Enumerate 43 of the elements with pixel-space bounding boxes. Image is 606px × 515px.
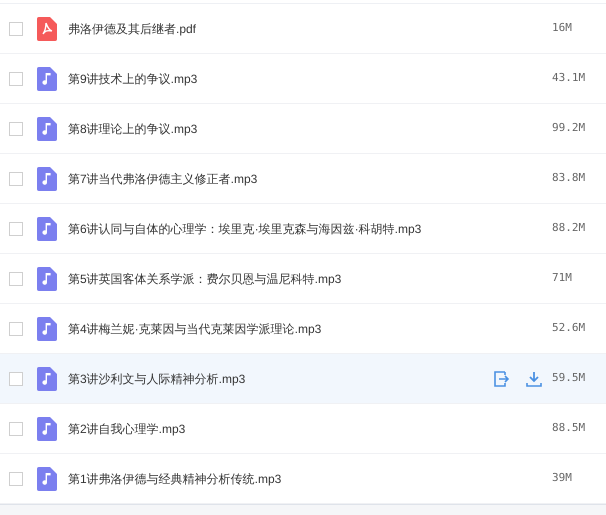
file-name[interactable]: 第9讲技术上的争议.mp3 bbox=[68, 70, 552, 88]
file-name[interactable]: 弗洛伊德及其后继者.pdf bbox=[68, 20, 552, 38]
file-size: 39M bbox=[552, 470, 573, 486]
file-name[interactable]: 第5讲英国客体关系学派：费尔贝恩与温尼科特.mp3 bbox=[68, 270, 552, 288]
file-size: 83.8M bbox=[552, 170, 586, 186]
pdf-file-icon bbox=[37, 16, 57, 40]
checkbox[interactable] bbox=[9, 72, 23, 86]
music-file-icon bbox=[37, 266, 57, 290]
music-file-icon bbox=[37, 116, 57, 140]
checkbox[interactable] bbox=[9, 222, 23, 236]
checkbox[interactable] bbox=[9, 172, 23, 186]
download-icon[interactable] bbox=[526, 370, 542, 386]
file-row[interactable]: 第3讲沙利文与人际精神分析.mp3 59.5M bbox=[0, 354, 606, 404]
checkbox[interactable] bbox=[9, 472, 23, 486]
music-file-icon bbox=[37, 416, 57, 440]
file-size: 88.2M bbox=[552, 220, 586, 236]
file-name[interactable]: 第8讲理论上的争议.mp3 bbox=[68, 120, 552, 138]
music-file-icon bbox=[37, 366, 57, 390]
music-file-icon bbox=[37, 316, 57, 340]
file-name[interactable]: 第4讲梅兰妮·克莱因与当代克莱因学派理论.mp3 bbox=[68, 320, 552, 338]
file-size: 43.1M bbox=[552, 70, 586, 86]
checkbox[interactable] bbox=[9, 22, 23, 36]
file-size: 16M bbox=[552, 20, 573, 36]
file-size: 71M bbox=[552, 270, 573, 286]
checkbox[interactable] bbox=[9, 422, 23, 436]
music-file-icon bbox=[37, 166, 57, 190]
file-name[interactable]: 第3讲沙利文与人际精神分析.mp3 bbox=[68, 370, 494, 388]
file-name[interactable]: 第2讲自我心理学.mp3 bbox=[68, 420, 552, 438]
music-file-icon bbox=[37, 466, 57, 490]
file-name[interactable]: 第6讲认同与自体的心理学：埃里克·埃里克森与海因兹·科胡特.mp3 bbox=[68, 220, 552, 238]
file-size: 59.5M bbox=[552, 370, 586, 386]
file-size: 52.6M bbox=[552, 320, 586, 336]
file-name[interactable]: 第7讲当代弗洛伊德主义修正者.mp3 bbox=[68, 170, 552, 188]
checkbox[interactable] bbox=[9, 372, 23, 386]
checkbox[interactable] bbox=[9, 272, 23, 286]
music-file-icon bbox=[37, 216, 57, 240]
checkbox[interactable] bbox=[9, 122, 23, 136]
file-name[interactable]: 第1讲弗洛伊德与经典精神分析传统.mp3 bbox=[68, 470, 552, 488]
file-size: 88.5M bbox=[552, 420, 586, 436]
checkbox[interactable] bbox=[9, 322, 23, 336]
music-file-icon bbox=[37, 66, 57, 90]
share-icon[interactable] bbox=[494, 370, 510, 386]
file-size: 99.2M bbox=[552, 120, 586, 136]
